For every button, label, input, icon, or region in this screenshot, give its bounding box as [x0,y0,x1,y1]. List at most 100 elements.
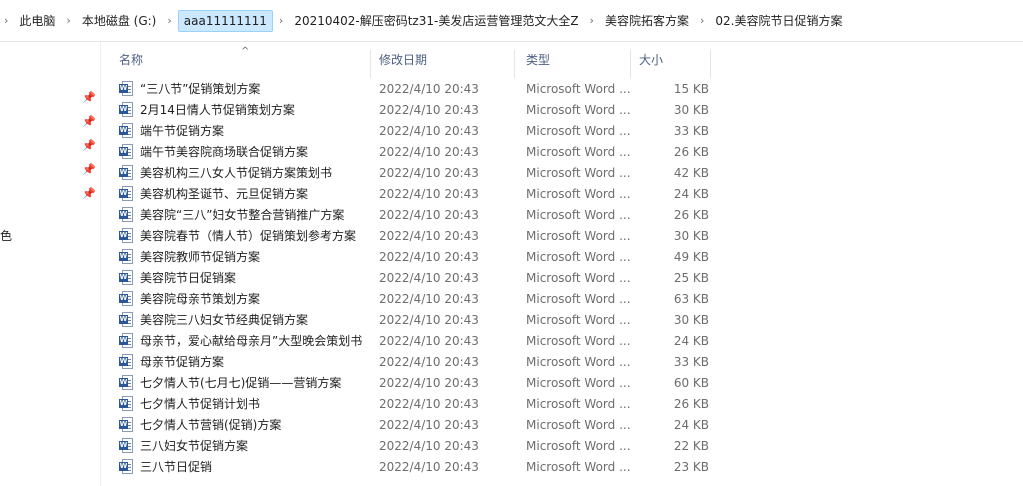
breadcrumb-current-folder[interactable]: 02.美容院节日促销方案 [710,9,847,32]
word-document-icon: W [119,123,133,138]
file-name-cell: W 七夕情人节(七月七)促销——营销方案 [111,374,371,391]
chevron-right-icon[interactable]: › [694,14,710,27]
breadcrumb-beauty-salon-folder[interactable]: 美容院拓客方案 [600,9,694,32]
breadcrumb-archive-folder[interactable]: 20210402-解压密码tz31-美发店运营管理范文大全Z [289,9,583,32]
file-name-cell: W 端午节美容院商场联合促销方案 [111,143,371,160]
file-row[interactable]: W 端午节促销方案 2022/4/10 20:43 Microsoft Word ..… [111,120,711,141]
file-row[interactable]: W 2月14日情人节促销策划方案 2022/4/10 20:43 Microsoft … [111,99,711,120]
file-row[interactable]: W 三八节日促销 2022/4/10 20:43 Microsoft Word ...… [111,456,711,477]
file-row[interactable]: W 美容院教师节促销方案 2022/4/10 20:43 Microsoft Word… [111,246,711,267]
file-row[interactable]: W 七夕情人节营销(促销)方案 2022/4/10 20:43 Microsoft W… [111,414,711,435]
word-document-icon: W [119,81,133,96]
file-name: 三八妇女节促销方案 [140,439,249,453]
file-row[interactable]: W 美容院母亲节策划方案 2022/4/10 20:43 Microsoft Word… [111,288,711,309]
file-size: 22 KB [673,438,709,453]
column-header-date[interactable]: 修改日期 [371,50,515,78]
file-name-cell: W 美容院母亲节策划方案 [111,290,371,307]
file-row[interactable]: W 端午节美容院商场联合促销方案 2022/4/10 20:43 Microsoft … [111,141,711,162]
file-name: 七夕情人节(七月七)促销——营销方案 [140,376,342,390]
pin-icon[interactable]: 📌 [82,140,96,152]
file-date: 2022/4/10 20:43 [379,396,479,411]
column-header-row: ^ 名称 修改日期 类型 大小 [111,46,711,78]
file-name-cell: W 美容机构三八女人节促销方案策划书 [111,164,371,181]
file-row[interactable]: W 美容机构圣诞节、元旦促销方案 2022/4/10 20:43 Microsoft … [111,183,711,204]
file-row[interactable]: W 母亲节，爱心献给母亲月”大型晚会策划书 2022/4/10 20:43 Micro… [111,330,711,351]
column-header-type[interactable]: 类型 [515,50,631,78]
file-date: 2022/4/10 20:43 [379,333,479,348]
chevron-right-icon[interactable]: › [584,14,600,27]
file-date: 2022/4/10 20:43 [379,144,479,159]
word-document-icon: W [119,312,133,327]
word-document-icon: W [119,459,133,474]
chevron-right-icon[interactable]: › [273,14,289,27]
column-header-name[interactable]: ^ 名称 [111,46,371,78]
pin-icon[interactable]: 📌 [82,116,96,128]
file-row[interactable]: W 七夕情人节促销计划书 2022/4/10 20:43 Microsoft Word… [111,393,711,414]
file-size: 23 KB [673,459,709,474]
file-date: 2022/4/10 20:43 [379,228,479,243]
file-type: Microsoft Word ... [526,228,631,243]
file-type: Microsoft Word ... [526,291,631,306]
file-size: 42 KB [673,165,709,180]
file-rows: W “三八节”促销策划方案 2022/4/10 20:43 Microsoft Wor… [111,78,711,477]
file-size: 26 KB [673,207,709,222]
file-row[interactable]: W 母亲节促销方案 2022/4/10 20:43 Microsoft Word ..… [111,351,711,372]
file-row[interactable]: W 七夕情人节(七月七)促销——营销方案 2022/4/10 20:43 Micros… [111,372,711,393]
file-row[interactable]: W 美容院三八妇女节经典促销方案 2022/4/10 20:43 Microsoft … [111,309,711,330]
word-document-icon: W [119,417,133,432]
file-size: 60 KB [673,375,709,390]
address-breadcrumb: › 此电脑 › 本地磁盘 (G:) › aaa11111111 › 202104… [0,0,1023,42]
file-date: 2022/4/10 20:43 [379,438,479,453]
word-document-icon: W [119,186,133,201]
file-name: 母亲节促销方案 [140,355,225,369]
pin-icon[interactable]: 📌 [82,92,96,104]
file-size: 30 KB [673,102,709,117]
nav-item-partial-label[interactable]: 色 [0,227,12,244]
file-name-cell: W 美容机构圣诞节、元旦促销方案 [111,185,371,202]
file-name: 2月14日情人节促销策划方案 [140,103,295,117]
file-size: 33 KB [673,123,709,138]
file-size: 26 KB [673,396,709,411]
file-date: 2022/4/10 20:43 [379,165,479,180]
file-type: Microsoft Word ... [526,459,631,474]
file-date: 2022/4/10 20:43 [379,312,479,327]
pin-icon[interactable]: 📌 [82,164,96,176]
word-document-icon: W [119,291,133,306]
file-date: 2022/4/10 20:43 [379,354,479,369]
file-row[interactable]: W “三八节”促销策划方案 2022/4/10 20:43 Microsoft Wor… [111,78,711,99]
file-size: 26 KB [673,144,709,159]
breadcrumb-this-pc[interactable]: 此电脑 [14,9,60,32]
file-name-cell: W 母亲节促销方案 [111,353,371,370]
file-type: Microsoft Word ... [526,417,631,432]
file-date: 2022/4/10 20:43 [379,291,479,306]
chevron-right-icon[interactable]: › [60,14,76,27]
file-row[interactable]: W 美容院春节（情人节）促销策划参考方案 2022/4/10 20:43 Micros… [111,225,711,246]
file-row[interactable]: W 美容院节日促销案 2022/4/10 20:43 Microsoft Word .… [111,267,711,288]
breadcrumb-local-disk[interactable]: 本地磁盘 (G:) [77,9,162,32]
column-header-size[interactable]: 大小 [631,50,711,78]
file-name-cell: W “三八节”促销策划方案 [111,80,371,97]
file-type: Microsoft Word ... [526,123,631,138]
file-size: 33 KB [673,354,709,369]
file-list-view: ^ 名称 修改日期 类型 大小 W “三八节”促销策划方案 2022/4/10 20… [100,42,1023,486]
file-name: 美容院教师节促销方案 [140,250,261,264]
file-name-cell: W 美容院三八妇女节经典促销方案 [111,311,371,328]
chevron-right-icon[interactable]: › [0,14,14,27]
breadcrumb-aaa-folder[interactable]: aaa11111111 [177,9,273,32]
column-header-size-label: 大小 [639,53,664,67]
file-row[interactable]: W 美容机构三八女人节促销方案策划书 2022/4/10 20:43 Microsof… [111,162,711,183]
word-document-icon: W [119,396,133,411]
file-name: 端午节促销方案 [140,124,225,138]
word-document-icon: W [119,438,133,453]
navigation-pane: 📌 📌 📌 📌 📌 色 [0,42,100,486]
file-row[interactable]: W 美容院“三八”妇女节整合营销推广方案 2022/4/10 20:43 Micros… [111,204,711,225]
file-size: 30 KB [673,228,709,243]
pin-icon[interactable]: 📌 [82,188,96,200]
file-name: 美容院母亲节策划方案 [140,292,261,306]
file-row[interactable]: W 三八妇女节促销方案 2022/4/10 20:43 Microsoft Word … [111,435,711,456]
word-document-icon: W [119,207,133,222]
word-document-icon: W [119,333,133,348]
sort-ascending-icon: ^ [241,46,250,57]
chevron-right-icon[interactable]: › [161,14,177,27]
file-name-cell: W 七夕情人节促销计划书 [111,395,371,412]
